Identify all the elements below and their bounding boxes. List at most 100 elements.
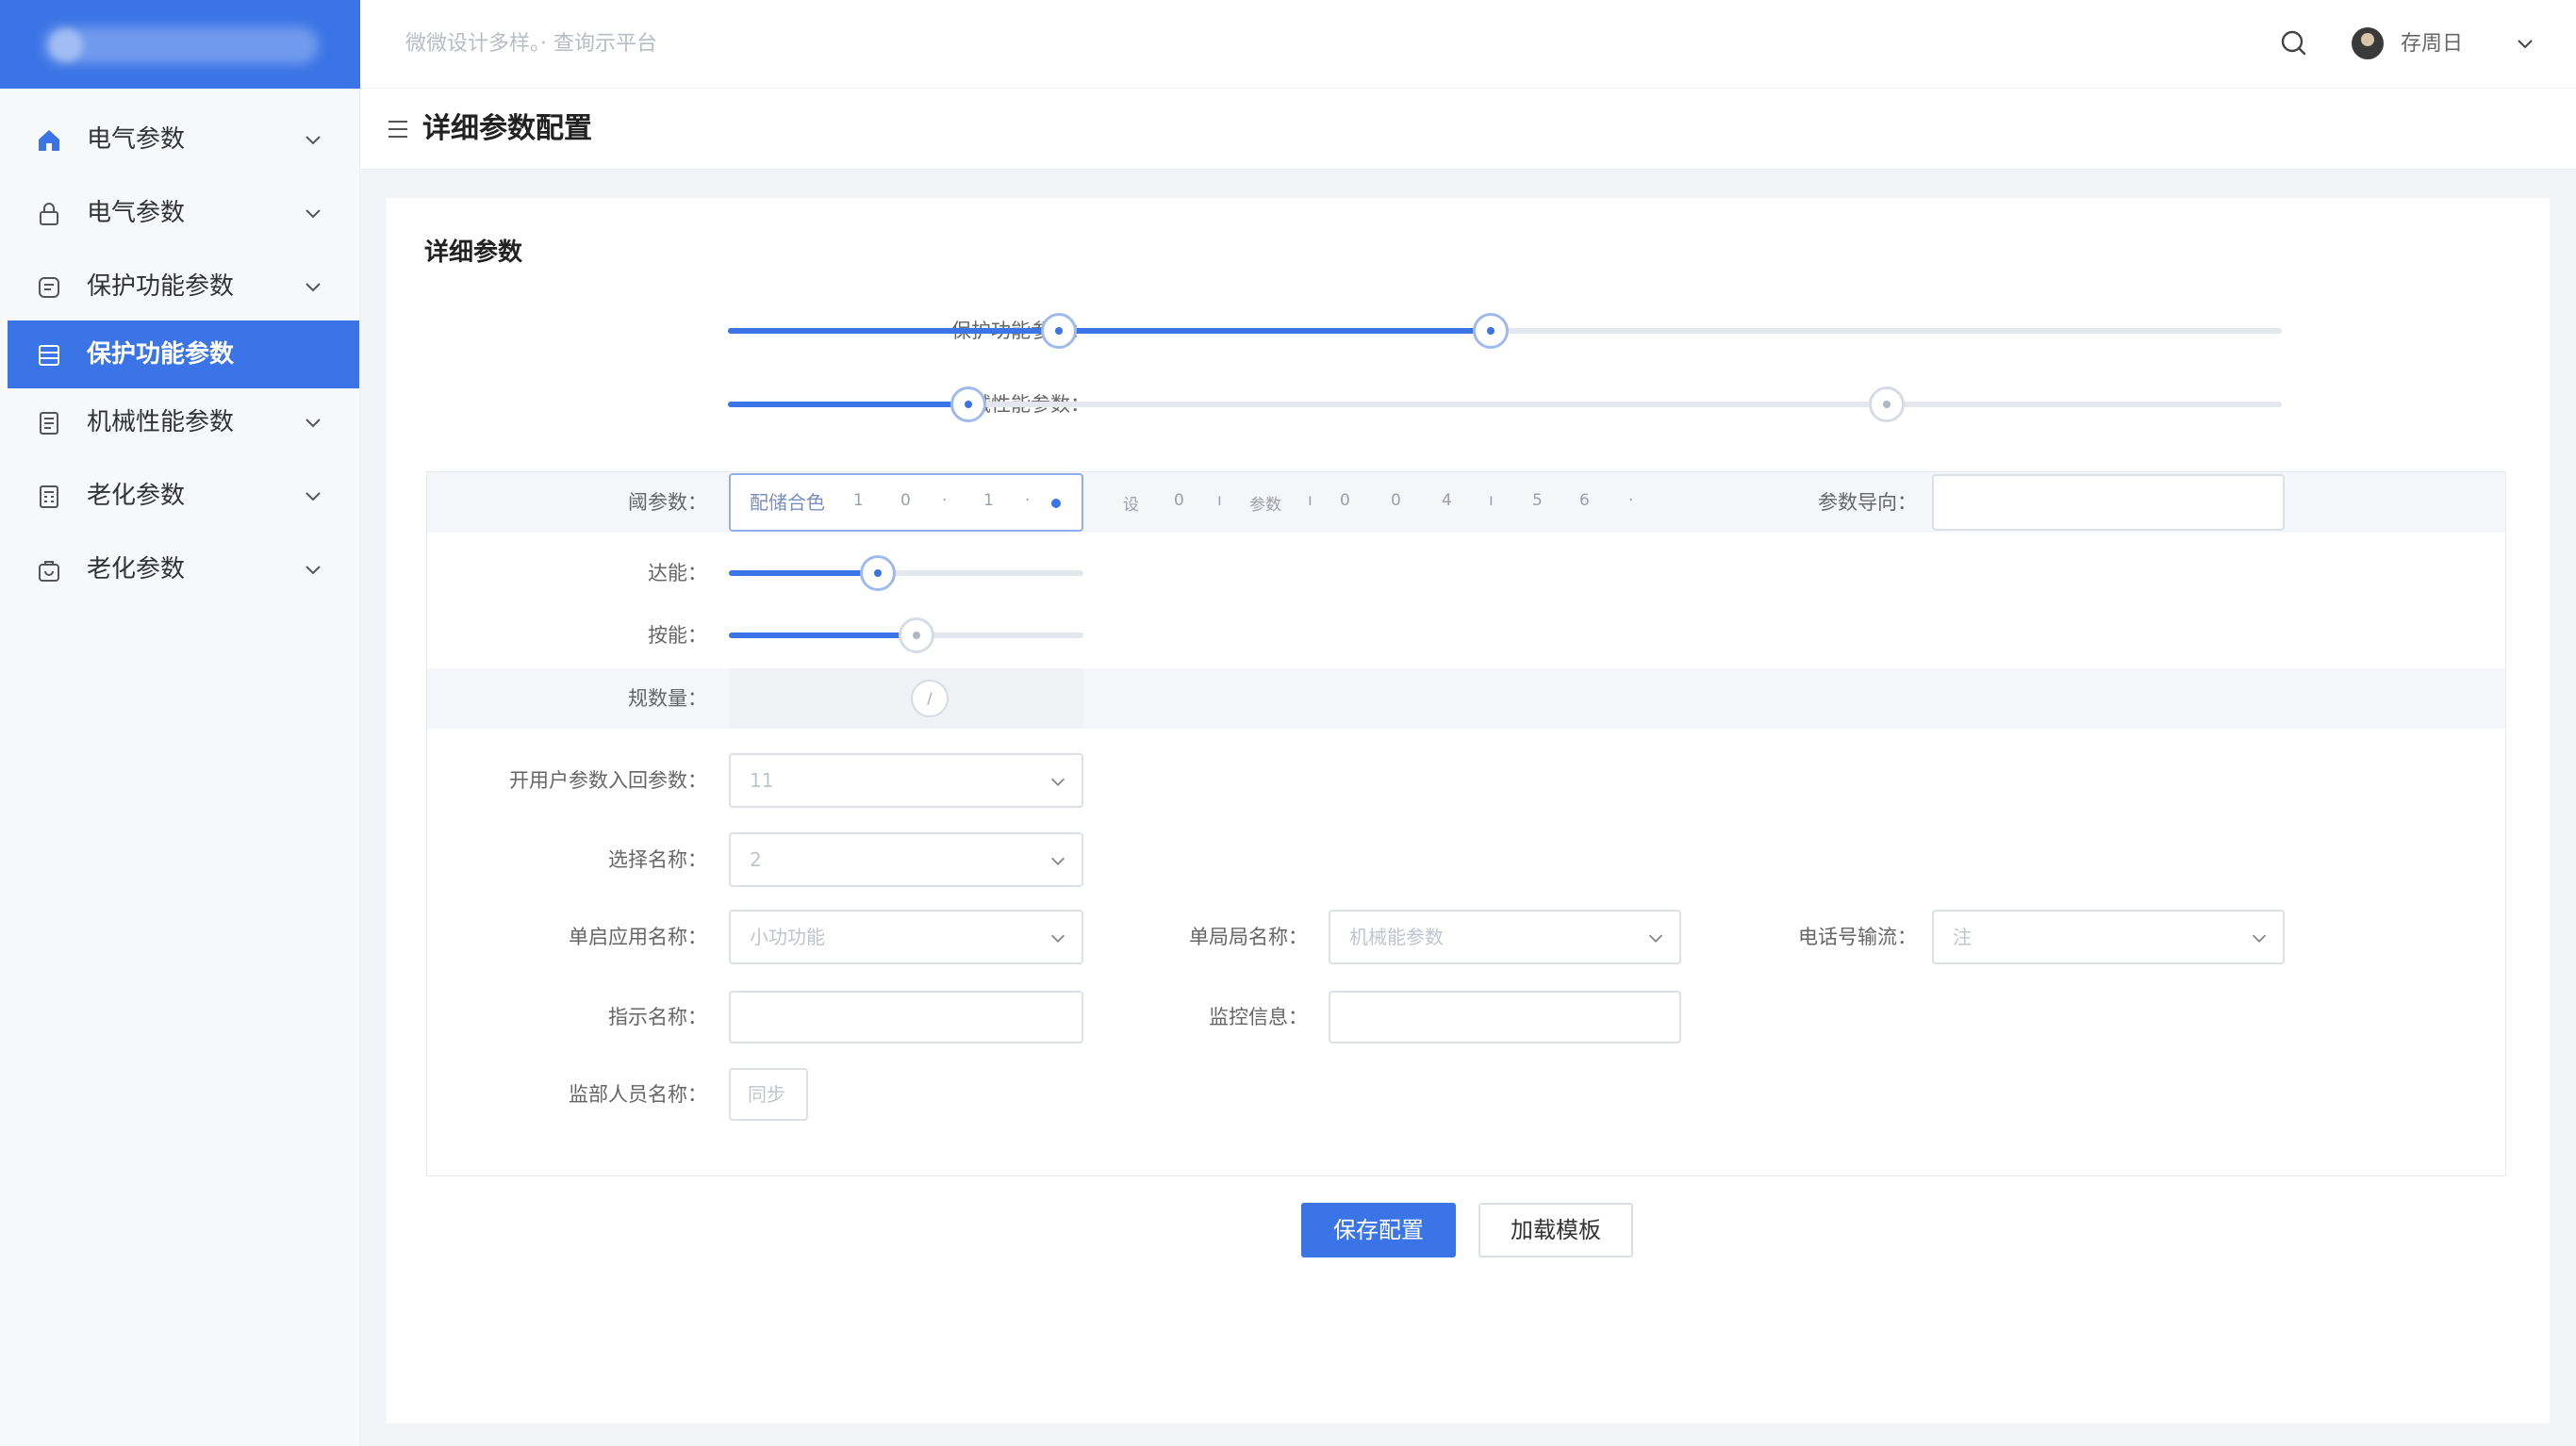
select-single[interactable]: 小功功能 <box>729 910 1083 964</box>
logo-icon <box>49 28 83 62</box>
header-subtitle: 微微设计多样。· 查询示平台 <box>405 32 657 56</box>
small-input[interactable]: 同步 <box>729 1068 808 1121</box>
small-input-value: 同步 <box>748 1083 785 1106</box>
sidebar: 电气参数 电气参数 保护功能参数 保护功能参数 机械性能参数 老化参数 老化参数 <box>0 0 360 1446</box>
sidebar-item-protection[interactable]: 保护功能参数 <box>0 253 360 320</box>
select-user-value: 11 <box>750 769 774 792</box>
param-direction-label: 参数导向： <box>1818 491 1917 514</box>
chevron-down-icon[interactable] <box>2514 32 2536 55</box>
bag-icon <box>39 561 59 582</box>
page-title-bar: 详细参数配置 <box>360 89 2576 170</box>
chevron-down-icon[interactable] <box>302 558 324 581</box>
chevron-down-icon <box>1050 934 1065 943</box>
load-template-label: 加载模板 <box>1511 1217 1601 1243</box>
chevron-down-icon[interactable] <box>302 202 324 224</box>
toggle-knob[interactable]: / <box>911 680 949 717</box>
chevron-down-icon <box>1648 934 1663 943</box>
threshold-label: 阈参数： <box>628 491 707 514</box>
slider-b-label: 按能： <box>648 624 707 647</box>
page-title: 详细参数配置 <box>422 112 592 145</box>
threshold-scale: 0 <box>1340 491 1350 510</box>
threshold-scale: ı <box>1217 491 1222 510</box>
chevron-down-icon[interactable] <box>302 128 324 151</box>
chevron-down-icon <box>1050 778 1065 786</box>
range2-fill <box>728 402 969 407</box>
threshold-scale: 参数 <box>1249 496 1281 515</box>
chevron-down-icon[interactable] <box>302 485 324 507</box>
select-phone-label: 电话号输流： <box>1798 926 1917 948</box>
select-phone[interactable]: 注 <box>1932 910 2285 964</box>
shield-icon <box>39 277 59 298</box>
app-logo[interactable] <box>0 0 360 89</box>
threshold-tick: 1 <box>983 491 994 510</box>
threshold-scale: 0 <box>1174 491 1184 510</box>
threshold-tick: · <box>1025 491 1031 510</box>
input-b[interactable] <box>1329 991 1681 1043</box>
input-a-label: 指示名称： <box>608 1006 707 1028</box>
range1-track[interactable] <box>728 313 2282 349</box>
slider-b-handle[interactable] <box>899 617 935 653</box>
toggle-area <box>729 668 1083 729</box>
threshold-scale: 5 <box>1532 491 1543 510</box>
slider-b-fill <box>729 633 917 638</box>
select-unit-label: 单局局名称： <box>1189 926 1308 948</box>
sidebar-item-aging-2[interactable]: 老化参数 <box>0 535 360 603</box>
search-icon[interactable] <box>2279 28 2309 58</box>
input-a[interactable] <box>729 991 1083 1043</box>
lock-icon <box>40 203 58 225</box>
slider-b-track[interactable] <box>729 617 1083 653</box>
select-unit[interactable]: 机械能参数 <box>1329 910 1681 964</box>
chevron-down-icon <box>1050 857 1065 865</box>
select-name[interactable]: 2 <box>729 832 1083 887</box>
threshold-scale: · <box>1628 491 1634 510</box>
sidebar-item-electrical[interactable]: 电气参数 <box>0 106 360 173</box>
slider-a-track[interactable] <box>729 555 1083 591</box>
chevron-down-icon[interactable] <box>302 411 324 434</box>
sidebar-item-mechanical[interactable]: 机械性能参数 <box>0 388 360 456</box>
home-icon <box>39 130 59 151</box>
username[interactable]: 存周日 <box>2401 0 2463 89</box>
select-name-label: 选择名称： <box>608 848 707 871</box>
detail-panel: 阈参数： 配储合色 1 0 · 1 · 设 0 ı 参数 ı 0 0 4 ı 5… <box>426 471 2506 1176</box>
list-icon <box>39 345 59 366</box>
sidebar-item-label: 老化参数 <box>87 482 186 510</box>
sidebar-item-label: 电气参数 <box>87 199 186 227</box>
sidebar-item-electrical-2[interactable]: 电气参数 <box>0 179 360 247</box>
save-config-button[interactable]: 保存配置 <box>1301 1203 1456 1257</box>
slider-a-label: 达能： <box>648 562 707 584</box>
threshold-input-text: 配储合色 <box>750 491 825 514</box>
range1-handle-low[interactable] <box>1041 313 1078 349</box>
logo-text-blurred <box>43 26 319 64</box>
threshold-scale: 6 <box>1579 491 1590 510</box>
sidebar-item-protection-active[interactable]: 保护功能参数 <box>8 320 359 388</box>
threshold-scale: 0 <box>1391 491 1401 510</box>
select-user[interactable]: 11 <box>729 753 1083 808</box>
config-card: 详细参数 保护功能参数： 机械性能参数： 阈参数： 配储合色 1 0 · 1 ·… <box>387 198 2550 1423</box>
threshold-tick: 0 <box>900 491 911 510</box>
menu-icon[interactable] <box>387 115 409 143</box>
toggle-glyph: / <box>927 689 933 707</box>
load-template-button[interactable]: 加载模板 <box>1478 1203 1633 1257</box>
toggle-label: 规数量： <box>628 687 707 710</box>
threshold-input[interactable]: 配储合色 1 0 · 1 · <box>729 473 1083 532</box>
sidebar-item-label: 保护功能参数 <box>87 272 235 301</box>
sidebar-item-label: 机械性能参数 <box>87 408 235 436</box>
select-user-label: 开用户参数入回参数： <box>509 769 707 792</box>
range2-track[interactable] <box>728 386 2282 422</box>
chevron-down-icon[interactable] <box>302 275 324 298</box>
avatar[interactable] <box>2352 27 2384 59</box>
select-unit-value: 机械能参数 <box>1349 926 1444 948</box>
threshold-tick: 1 <box>853 491 864 510</box>
range2-handle-high[interactable] <box>1869 386 1906 422</box>
input-b-label: 监控信息： <box>1209 1006 1308 1028</box>
small-input-label: 监部人员名称： <box>569 1083 707 1106</box>
threshold-scale: ı <box>1489 491 1494 510</box>
select-single-label: 单启应用名称： <box>569 926 707 948</box>
threshold-scale: 设 <box>1123 496 1139 515</box>
slider-a-handle[interactable] <box>859 555 896 591</box>
sidebar-item-label: 保护功能参数 <box>87 340 235 369</box>
param-direction-input[interactable] <box>1932 474 2285 531</box>
threshold-tick: · <box>942 491 948 510</box>
range1-handle-high[interactable] <box>1473 313 1510 349</box>
sidebar-item-aging[interactable]: 老化参数 <box>0 462 360 530</box>
